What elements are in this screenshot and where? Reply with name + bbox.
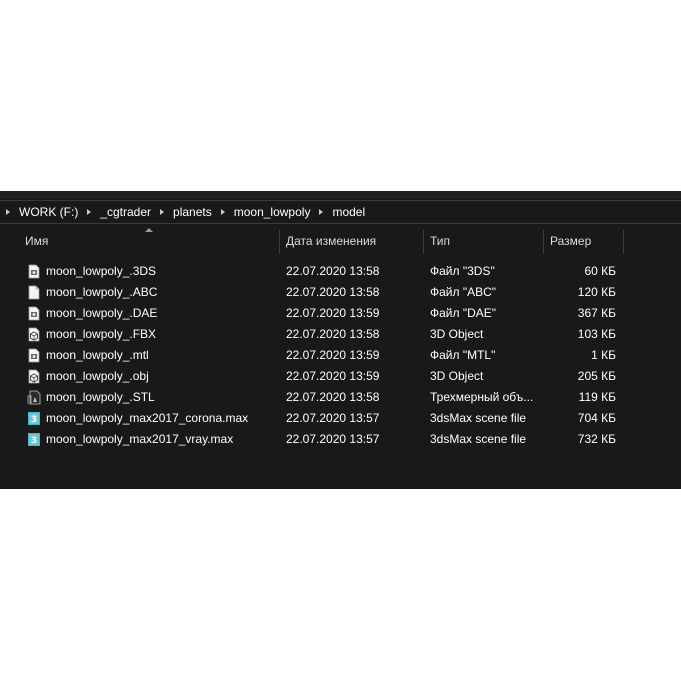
file-name: moon_lowpoly_.DAE — [46, 306, 158, 320]
file-name: moon_lowpoly_.FBX — [46, 327, 157, 341]
window-top-strip — [0, 191, 681, 199]
breadcrumb-chevron-icon[interactable] — [6, 209, 10, 215]
file-size: 367 КБ — [577, 306, 616, 320]
generic-file-icon — [28, 306, 40, 321]
file-row[interactable]: moon_lowpoly_.DAE 22.07.2020 13:59 Файл … — [0, 303, 681, 324]
file-row[interactable]: moon_lowpoly_.STL 22.07.2020 13:58 Трехм… — [0, 387, 681, 408]
3dsmax-icon: 3 — [28, 412, 40, 425]
file-name: moon_lowpoly_.3DS — [46, 264, 157, 278]
file-size: 60 КБ — [584, 264, 616, 278]
breadcrumb-item-moon-lowpoly[interactable]: moon_lowpoly — [234, 205, 311, 219]
file-type: Файл "ABC" — [430, 285, 497, 299]
svg-text:3: 3 — [31, 436, 37, 446]
file-date: 22.07.2020 13:58 — [286, 285, 380, 299]
breadcrumb-item-drive[interactable]: WORK (F:) — [19, 205, 78, 219]
generic-file-icon — [28, 264, 40, 279]
3d-object-icon — [28, 327, 40, 342]
file-explorer-window: WORK (F:) _cgtrader planets moon_lowpoly… — [0, 191, 681, 489]
file-type: 3D Object — [430, 327, 484, 341]
file-date: 22.07.2020 13:58 — [286, 327, 380, 341]
file-type: 3D Object — [430, 369, 484, 383]
file-date: 22.07.2020 13:58 — [286, 264, 380, 278]
address-bar[interactable]: WORK (F:) _cgtrader planets moon_lowpoly… — [0, 200, 681, 224]
file-date: 22.07.2020 13:59 — [286, 369, 380, 383]
file-name: moon_lowpoly_.mtl — [46, 348, 149, 362]
file-size: 205 КБ — [577, 369, 616, 383]
file-type: 3dsMax scene file — [430, 432, 527, 446]
file-row[interactable]: moon_lowpoly_.obj 22.07.2020 13:59 3D Ob… — [0, 366, 681, 387]
column-header-row: Имя Дата изменения Тип Размер — [0, 228, 681, 254]
file-size: 704 КБ — [577, 411, 616, 425]
breadcrumb-chevron-icon[interactable] — [220, 209, 225, 215]
3dsmax-icon: 3 — [28, 433, 40, 446]
file-date: 22.07.2020 13:57 — [286, 432, 380, 446]
column-header-name[interactable]: Имя — [25, 228, 48, 254]
file-size: 103 КБ — [577, 327, 616, 341]
file-name: moon_lowpoly_max2017_vray.max — [46, 432, 234, 446]
file-size: 1 КБ — [591, 348, 616, 362]
3d-object-icon — [28, 369, 40, 384]
file-row[interactable]: moon_lowpoly_.3DS 22.07.2020 13:58 Файл … — [0, 261, 681, 282]
file-size: 119 КБ — [578, 390, 616, 404]
column-divider[interactable] — [423, 230, 424, 254]
column-divider[interactable] — [623, 230, 624, 254]
breadcrumb-item-planets[interactable]: planets — [173, 205, 212, 219]
blank-file-icon — [28, 285, 40, 300]
file-date: 22.07.2020 13:57 — [286, 411, 380, 425]
stl-file-icon — [27, 390, 41, 405]
file-type: Трехмерный объ... — [430, 390, 534, 404]
column-divider[interactable] — [543, 230, 544, 254]
column-header-size[interactable]: Размер — [550, 228, 591, 254]
file-type: 3dsMax scene file — [430, 411, 527, 425]
file-row[interactable]: moon_lowpoly_.FBX 22.07.2020 13:58 3D Ob… — [0, 324, 681, 345]
file-date: 22.07.2020 13:58 — [286, 390, 380, 404]
breadcrumb-chevron-icon[interactable] — [87, 209, 92, 215]
file-size: 120 КБ — [577, 285, 616, 299]
file-row[interactable]: moon_lowpoly_.mtl 22.07.2020 13:59 Файл … — [0, 345, 681, 366]
breadcrumb-chevron-icon[interactable] — [319, 209, 324, 215]
file-row[interactable]: 3 moon_lowpoly_max2017_vray.max 22.07.20… — [0, 429, 681, 450]
generic-file-icon — [28, 348, 40, 363]
file-date: 22.07.2020 13:59 — [286, 348, 380, 362]
file-type: Файл "3DS" — [430, 264, 495, 278]
column-header-type[interactable]: Тип — [430, 228, 450, 254]
sort-ascending-icon — [145, 228, 153, 232]
file-date: 22.07.2020 13:59 — [286, 306, 380, 320]
file-name: moon_lowpoly_.obj — [46, 369, 149, 383]
breadcrumb-item-cgtrader[interactable]: _cgtrader — [100, 205, 151, 219]
file-row[interactable]: 3 moon_lowpoly_max2017_corona.max 22.07.… — [0, 408, 681, 429]
file-name: moon_lowpoly_.ABC — [46, 285, 158, 299]
breadcrumb-chevron-icon[interactable] — [160, 209, 165, 215]
file-name: moon_lowpoly_.STL — [46, 390, 155, 404]
file-name: moon_lowpoly_max2017_corona.max — [46, 411, 249, 425]
file-type: Файл "DAE" — [430, 306, 497, 320]
column-header-date[interactable]: Дата изменения — [286, 228, 376, 254]
file-row[interactable]: moon_lowpoly_.ABC 22.07.2020 13:58 Файл … — [0, 282, 681, 303]
svg-text:3: 3 — [31, 415, 37, 425]
file-type: Файл "MTL" — [430, 348, 496, 362]
breadcrumb-item-model[interactable]: model — [332, 205, 365, 219]
file-size: 732 КБ — [577, 432, 616, 446]
column-divider[interactable] — [279, 230, 280, 254]
